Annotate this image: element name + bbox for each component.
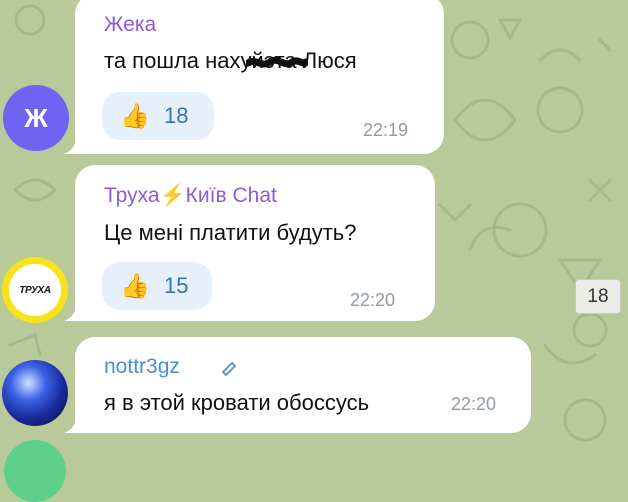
message-bubble[interactable] [75,337,531,433]
message-text: я в этой кровати обоссусь [104,390,370,415]
avatar-label: ТРУХА [19,284,51,296]
avatar-next-user[interactable] [4,440,66,502]
message-text: Це мені платити будуть? [104,220,357,245]
message-time: 22:19 [363,120,409,140]
avatar-letter: Ж [24,102,48,133]
censor-scribble [246,56,308,68]
unread-count-badge[interactable]: 18 [575,279,621,314]
sender-name[interactable]: nottr3gz [104,355,180,379]
message-time: 22:20 [350,290,396,310]
reaction-count: 15 [164,273,189,298]
reaction-thumbs-up[interactable]: 👍 15 [102,262,212,310]
sender-name[interactable]: Жека [104,13,156,37]
message-text: та пошла нахуйэта Люся [104,48,357,74]
sender-name[interactable]: Труха⚡Київ Chat [104,184,277,208]
message-text-part: та пошла на [104,48,230,73]
reaction-thumbs-up[interactable]: 👍 18 [102,92,214,140]
thumbs-up-icon: 👍 [120,272,150,300]
avatar-truha[interactable]: ТРУХА [2,257,68,323]
reaction-count: 18 [164,103,189,128]
thumbs-up-icon: 👍 [120,102,150,130]
pencil-icon [221,361,237,376]
avatar-nottr3gz[interactable] [2,360,68,426]
avatar-truha-logo: ТРУХА [9,264,61,316]
message-time: 22:20 [451,394,497,414]
avatar-zheka[interactable]: Ж [3,85,69,151]
